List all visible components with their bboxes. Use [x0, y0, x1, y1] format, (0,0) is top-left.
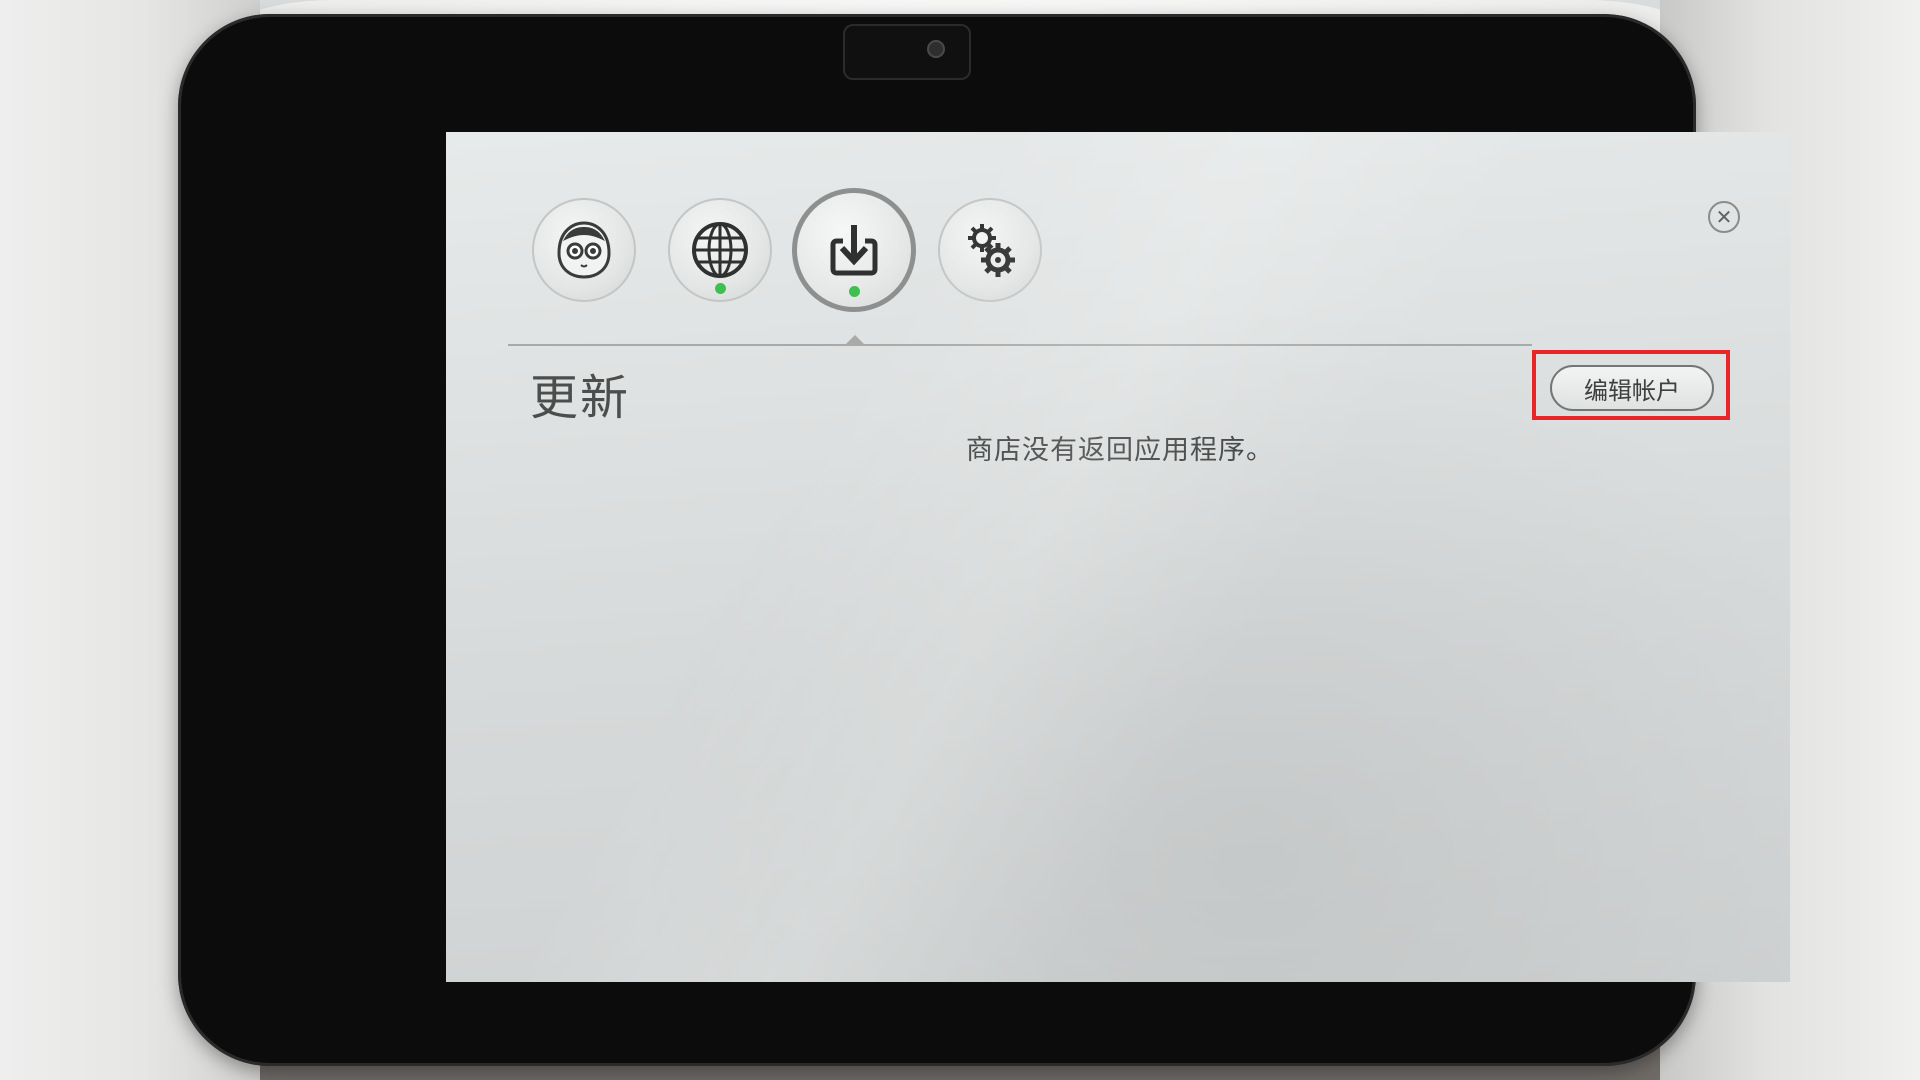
tab-divider: [508, 344, 1532, 346]
gears-icon: [968, 224, 1015, 277]
screen-reflection: [446, 132, 1790, 982]
tab-settings[interactable]: [938, 198, 1042, 302]
robot-face-icon: [557, 221, 611, 279]
tab-update[interactable]: [792, 188, 916, 312]
status-dot-web: [715, 283, 726, 294]
globe-icon: [692, 222, 748, 278]
page-title: 更新: [530, 370, 631, 426]
close-button[interactable]: ✕: [1708, 201, 1740, 233]
camera-notch: [843, 24, 971, 80]
tablet-screen: ✕ 更新 编辑帐户 商店没有返回应用程序。: [446, 132, 1790, 982]
highlight-box: [1532, 350, 1730, 420]
tab-web[interactable]: [668, 198, 772, 302]
tab-robot[interactable]: [532, 198, 636, 302]
tablet-bezel: ✕ 更新 编辑帐户 商店没有返回应用程序。: [178, 14, 1790, 1066]
status-message: 商店没有返回应用程序。: [966, 435, 1274, 466]
download-icon: [830, 225, 878, 276]
close-icon: ✕: [1715, 205, 1733, 229]
camera-icon: [927, 40, 945, 58]
status-dot-update: [849, 286, 860, 297]
selected-tab-pointer: [846, 335, 864, 344]
